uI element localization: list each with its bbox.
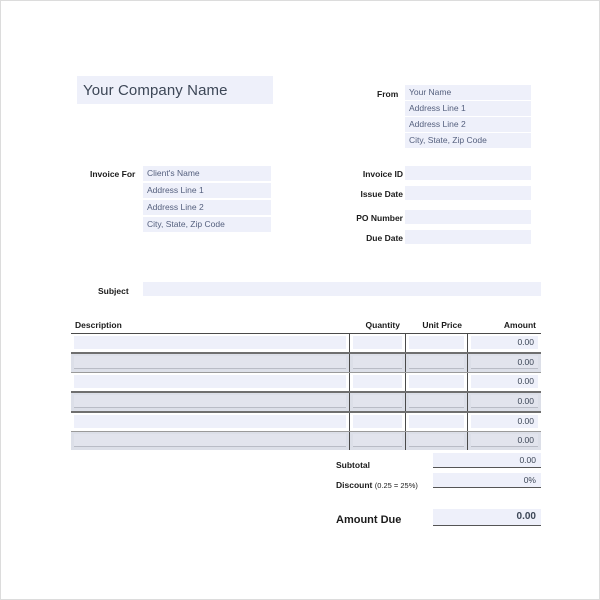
cell-quantity[interactable] [349,432,405,450]
cell-unit-price[interactable] [405,354,467,372]
cell-unit-price[interactable] [405,393,467,411]
po-number-label: PO Number [356,213,403,223]
from-line-4[interactable]: City, State, Zip Code [405,133,531,148]
discount-row: Discount (0.25 = 25%) 0% [331,473,541,493]
subtotal-label: Subtotal [336,460,370,470]
header-amount: Amount [503,320,536,330]
subtotal-value: 0.00 [519,455,536,465]
header-quantity: Quantity [365,320,400,330]
cell-quantity[interactable] [349,354,405,372]
table-row[interactable]: 0.00 [71,354,541,372]
cell-unit-price[interactable] [405,373,467,391]
cell-description[interactable] [71,413,349,431]
table-row[interactable]: 0.00 [71,334,541,352]
invoice-for-line-3[interactable]: Address Line 2 [143,200,271,215]
header-description: Description [75,320,122,330]
table-row[interactable]: 0.00 [71,373,541,391]
cell-description[interactable] [71,334,349,352]
discount-label: Discount (0.25 = 25%) [336,480,418,490]
invoice-page: Your Company Name Invoice For Client's N… [0,0,600,600]
due-date-label: Due Date [366,233,403,243]
cell-quantity[interactable] [349,334,405,352]
cell-quantity[interactable] [349,413,405,431]
header-unit-price: Unit Price [422,320,462,330]
discount-hint: (0.25 = 25%) [374,481,418,490]
cell-description[interactable] [71,354,349,372]
due-date-input[interactable] [405,230,531,244]
invoice-for-line-2[interactable]: Address Line 1 [143,183,271,198]
invoice-for-line-4[interactable]: City, State, Zip Code [143,217,271,232]
cell-quantity[interactable] [349,373,405,391]
cell-amount: 0.00 [467,432,541,450]
cell-amount: 0.00 [467,373,541,391]
cell-unit-price[interactable] [405,413,467,431]
table-row[interactable]: 0.00 [71,432,541,450]
invoice-for-fields: Client's Name Address Line 1 Address Lin… [143,166,271,234]
subject-input[interactable] [143,282,541,296]
from-label: From [377,89,399,99]
cell-amount: 0.00 [467,393,541,411]
invoice-id-input[interactable] [405,166,531,180]
po-number-input[interactable] [405,210,531,224]
discount-value: 0% [523,475,536,485]
cell-amount: 0.00 [467,354,541,372]
from-line-1[interactable]: Your Name [405,85,531,100]
cell-unit-price[interactable] [405,334,467,352]
amount-due-value: 0.00 [516,511,536,522]
invoice-for-line-1[interactable]: Client's Name [143,166,271,181]
invoice-id-label: Invoice ID [362,169,403,179]
subtotal-row: Subtotal 0.00 [331,453,541,473]
meta-row-due-date: Due Date [341,230,531,245]
table-row[interactable]: 0.00 [71,413,541,431]
meta-row-invoice-id: Invoice ID [341,166,531,181]
cell-description[interactable] [71,393,349,411]
invoice-for-label: Invoice For [90,169,136,179]
from-fields: Your Name Address Line 1 Address Line 2 … [405,85,531,149]
table-header-row: Description Quantity Unit Price Amount [71,319,541,334]
table-row[interactable]: 0.00 [71,393,541,411]
issue-date-label: Issue Date [360,189,403,199]
amount-due-label: Amount Due [336,514,402,526]
cell-description[interactable] [71,373,349,391]
invoice-meta-block: Invoice ID Issue Date PO Number Due Date [341,166,531,245]
cell-quantity[interactable] [349,393,405,411]
issue-date-input[interactable] [405,186,531,200]
cell-unit-price[interactable] [405,432,467,450]
meta-row-issue-date: Issue Date [341,186,531,201]
cell-description[interactable] [71,432,349,450]
company-name-text: Your Company Name [83,81,228,99]
line-items-table: Description Quantity Unit Price Amount 0… [71,319,541,450]
from-line-2[interactable]: Address Line 1 [405,101,531,116]
meta-row-po-number: PO Number [341,210,531,225]
amount-due-row: Amount Due 0.00 [331,509,541,531]
cell-amount: 0.00 [467,334,541,352]
subject-label: Subject [98,286,129,296]
cell-amount: 0.00 [467,413,541,431]
totals-block: Subtotal 0.00 Discount (0.25 = 25%) 0% [331,453,541,493]
company-name-field[interactable]: Your Company Name [77,76,273,104]
from-line-3[interactable]: Address Line 2 [405,117,531,132]
